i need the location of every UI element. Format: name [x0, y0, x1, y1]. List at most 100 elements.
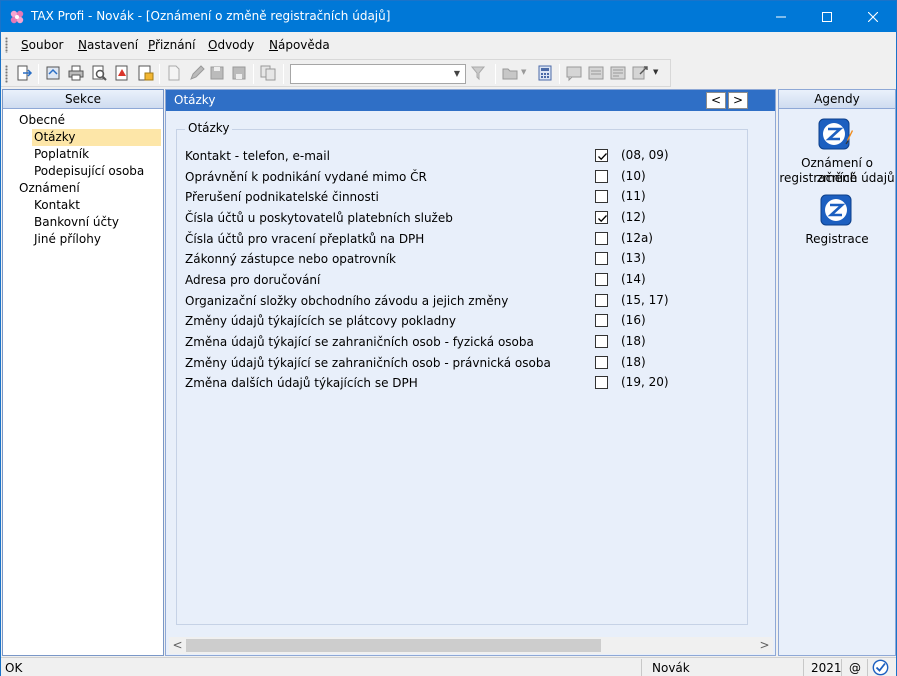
toolbar-separator: [559, 64, 560, 84]
question-checkbox[interactable]: [595, 314, 608, 327]
question-checkbox[interactable]: [595, 294, 608, 307]
toolbar: ▼ ▼ ▼: [1, 59, 671, 87]
chevron-right-icon: >: [732, 93, 744, 107]
folder-dropdown-chevron-icon[interactable]: ▼: [521, 68, 526, 76]
print-icon[interactable]: [67, 64, 85, 82]
status-year: 2021: [811, 661, 842, 675]
section-panel: Sekce Obecné Otázky Poplatník Podepisují…: [2, 89, 164, 656]
tree-item-otazky[interactable]: Otázky: [32, 129, 161, 146]
status-user: Novák: [652, 661, 690, 675]
menu-bar: Soubor Nastavení Přiznání Odvody Nápověd…: [1, 32, 896, 58]
question-checkbox[interactable]: [595, 376, 608, 389]
question-checkbox[interactable]: [595, 149, 608, 162]
title-bar[interactable]: TAX Profi - Novák - [Oznámení o změně re…: [1, 1, 896, 32]
question-checkbox[interactable]: [595, 190, 608, 203]
question-label: Organizační složky obchodního závodu a j…: [185, 294, 509, 308]
tree-item-podepisujici-osoba[interactable]: Podepisující osoba: [32, 163, 161, 180]
tree-item-obecne[interactable]: Obecné: [17, 112, 159, 129]
question-checkbox[interactable]: [595, 273, 608, 286]
filter-icon[interactable]: [470, 64, 488, 82]
menubar-grip[interactable]: [5, 37, 8, 53]
close-button[interactable]: [850, 1, 896, 32]
toolbar-separator: [159, 64, 160, 84]
chevron-down-icon[interactable]: ▼: [451, 69, 463, 79]
tree-item-label: Bankovní účty: [34, 215, 119, 229]
scrollbar-thumb[interactable]: [186, 639, 601, 652]
scroll-right-icon[interactable]: >: [756, 637, 773, 654]
status-email[interactable]: @: [849, 661, 861, 675]
menu-accel: N: [269, 38, 278, 52]
menu-nastaveni[interactable]: Nastavení: [78, 38, 138, 52]
pdf-export-icon[interactable]: [113, 64, 131, 82]
list-icon[interactable]: [587, 64, 605, 82]
tree-item-bankovni-ucty[interactable]: Bankovní účty: [32, 214, 161, 231]
previous-page-button[interactable]: <: [706, 92, 726, 109]
tree-item-poplatnik[interactable]: Poplatník: [32, 146, 161, 163]
tree-item-label: Kontakt: [34, 198, 80, 212]
tree-item-label: Podepisující osoba: [34, 164, 145, 178]
section-panel-header: Sekce: [3, 90, 163, 109]
scroll-left-icon[interactable]: <: [169, 637, 186, 654]
registration-icon: [820, 194, 852, 226]
message-icon[interactable]: [565, 64, 583, 82]
horizontal-scrollbar[interactable]: < >: [169, 637, 773, 654]
question-checkbox[interactable]: [595, 252, 608, 265]
question-code: (16): [621, 313, 646, 327]
question-code: (18): [621, 355, 646, 369]
next-page-button[interactable]: >: [728, 92, 748, 109]
menu-napoveda[interactable]: Nápověda: [269, 38, 330, 52]
toolbar-grip[interactable]: [5, 65, 8, 83]
app-logo-icon: [10, 10, 24, 24]
print-preview-icon[interactable]: [90, 64, 108, 82]
maximize-button[interactable]: [804, 1, 850, 32]
questions-panel: Otázky < > Otázky Kontakt - telefon, e-m…: [165, 89, 776, 656]
question-checkbox[interactable]: [595, 232, 608, 245]
question-checkbox[interactable]: [595, 211, 608, 224]
open-icon[interactable]: [44, 64, 62, 82]
tree-item-oznameni[interactable]: Oznámení: [17, 180, 159, 197]
questions-group-title: Otázky: [185, 121, 233, 135]
question-code: (15, 17): [621, 293, 669, 307]
toolbar-combo[interactable]: ▼: [290, 64, 466, 84]
check-status-icon[interactable]: [872, 659, 889, 676]
agenda-item-registrace[interactable]: Registrace: [779, 194, 895, 246]
tools-dropdown-chevron-icon[interactable]: ▼: [653, 68, 658, 76]
tree-item-label: Oznámení: [19, 181, 80, 195]
tree-item-jine-prilohy[interactable]: Jiné přílohy: [32, 231, 161, 248]
agenda-item-label: registračních údajů: [779, 171, 895, 185]
menu-label: dvody: [217, 38, 255, 52]
question-checkbox[interactable]: [595, 170, 608, 183]
notes-icon[interactable]: [609, 64, 627, 82]
status-text: OK: [5, 661, 23, 675]
calculator-icon[interactable]: [536, 64, 554, 82]
folder-icon[interactable]: [501, 64, 519, 82]
question-code: (19, 20): [621, 375, 669, 389]
menu-soubor[interactable]: Soubor: [21, 38, 63, 52]
menu-label: astavení: [86, 38, 139, 52]
menu-odvody[interactable]: Odvody: [208, 38, 254, 52]
exit-icon[interactable]: [15, 64, 33, 82]
save-all-icon[interactable]: [230, 64, 248, 82]
question-code: (10): [621, 169, 646, 183]
question-label: Čísla účtů u poskytovatelů platebních sl…: [185, 211, 453, 225]
save-icon[interactable]: [208, 64, 226, 82]
agenda-item-oznameni-zmeny[interactable]: Oznámení o změně registračních údajů: [779, 116, 895, 186]
copy-icon[interactable]: [259, 64, 277, 82]
minimize-button[interactable]: [758, 1, 804, 32]
toolbar-separator: [253, 64, 254, 84]
edit-icon[interactable]: [188, 64, 206, 82]
new-document-icon[interactable]: [165, 64, 183, 82]
question-label: Čísla účtů pro vracení přeplatků na DPH: [185, 232, 425, 246]
status-separator: [803, 659, 804, 676]
app-window: TAX Profi - Novák - [Oznámení o změně re…: [0, 0, 897, 676]
question-row: Adresa pro doručování (14): [185, 271, 675, 289]
close-icon: [868, 11, 878, 22]
settings-tools-icon[interactable]: [631, 64, 649, 82]
question-row: Změna údajů týkající se zahraničních oso…: [185, 333, 675, 351]
agenda-panel: Agendy Oznámení o změně registračních úd…: [778, 89, 896, 656]
question-checkbox[interactable]: [595, 335, 608, 348]
question-checkbox[interactable]: [595, 356, 608, 369]
tree-item-kontakt[interactable]: Kontakt: [32, 197, 161, 214]
menu-priznani[interactable]: Přiznání: [148, 38, 196, 52]
export-icon[interactable]: [136, 64, 154, 82]
